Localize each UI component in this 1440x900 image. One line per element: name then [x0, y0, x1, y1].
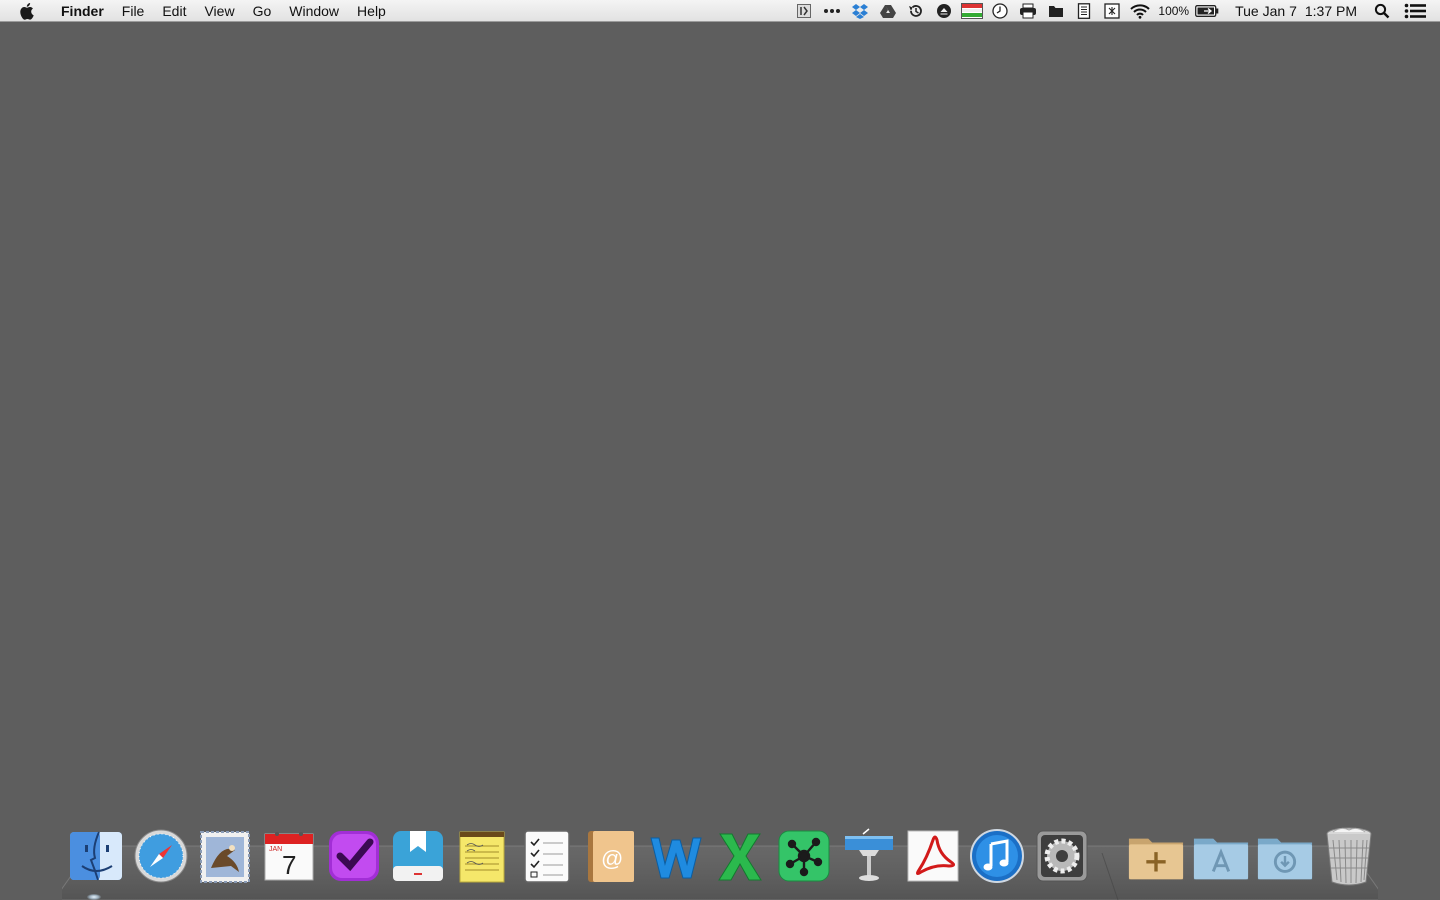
screen-icon[interactable] [1101, 0, 1123, 22]
bracket-extension-icon[interactable] [793, 0, 815, 22]
finder-icon[interactable] [67, 826, 125, 886]
wifi-icon[interactable] [1129, 0, 1151, 22]
document-icon[interactable] [1073, 0, 1095, 22]
notes-icon[interactable] [453, 826, 511, 886]
reminders-icon[interactable] [518, 826, 576, 886]
menu-bar: Finder File Edit View Go Window Help 100… [0, 0, 1440, 22]
itunes-icon[interactable] [968, 826, 1026, 886]
mail-icon[interactable] [196, 826, 254, 886]
flag-strip-icon[interactable] [961, 0, 984, 22]
battery-percentage[interactable]: 100% [1154, 0, 1191, 22]
mindnode-icon[interactable] [775, 826, 833, 886]
trash-icon[interactable] [1320, 826, 1378, 886]
calendar-day: 7 [282, 850, 296, 880]
calendar-icon[interactable]: JAN 7 [260, 826, 318, 886]
svg-text:@: @ [601, 846, 623, 871]
menubar-clock[interactable]: Tue Jan 7 1:37 PM [1223, 3, 1367, 19]
google-drive-icon[interactable] [877, 0, 899, 22]
menu-finder[interactable]: Finder [52, 0, 113, 22]
contacts-icon[interactable]: @ [582, 826, 640, 886]
menu-edit[interactable]: Edit [153, 0, 195, 22]
menu-go[interactable]: Go [244, 0, 281, 22]
menu-view[interactable]: View [195, 0, 243, 22]
menu-file[interactable]: File [113, 0, 154, 22]
clock-icon[interactable] [989, 0, 1011, 22]
dock-separator [1094, 822, 1124, 886]
notification-center-icon[interactable] [1404, 0, 1426, 22]
day-one-icon[interactable] [389, 826, 447, 886]
more-dots-icon[interactable] [821, 0, 843, 22]
folder-icon[interactable] [1045, 0, 1067, 22]
finder-running-indicator [87, 894, 101, 900]
dropbox-icon[interactable] [849, 0, 871, 22]
spotlight-search-icon[interactable] [1371, 0, 1393, 22]
safari-icon[interactable] [132, 826, 190, 886]
clock-date[interactable]: Tue Jan 7 [1235, 3, 1297, 19]
menu-window[interactable]: Window [280, 0, 348, 22]
calendar-month: JAN [269, 846, 282, 853]
battery-charging-icon[interactable] [1194, 0, 1220, 22]
clock-time[interactable]: 1:37 PM [1305, 3, 1357, 19]
omnifocus-icon[interactable] [325, 826, 383, 886]
apple-logo-icon[interactable] [18, 0, 38, 22]
downloads-folder-icon[interactable] [1256, 826, 1314, 886]
system-preferences-icon[interactable] [1033, 826, 1091, 886]
keynote-icon[interactable] [840, 826, 898, 886]
applications-folder-icon[interactable] [1127, 826, 1185, 886]
excel-icon[interactable] [711, 826, 769, 886]
app-store-folder-icon[interactable] [1192, 826, 1250, 886]
eject-icon[interactable] [933, 0, 955, 22]
menu-help[interactable]: Help [348, 0, 395, 22]
dock: JAN 7 @ [64, 822, 1382, 886]
time-machine-icon[interactable] [905, 0, 927, 22]
printer-icon[interactable] [1017, 0, 1039, 22]
word-icon[interactable] [647, 826, 705, 886]
acrobat-icon[interactable] [904, 826, 962, 886]
